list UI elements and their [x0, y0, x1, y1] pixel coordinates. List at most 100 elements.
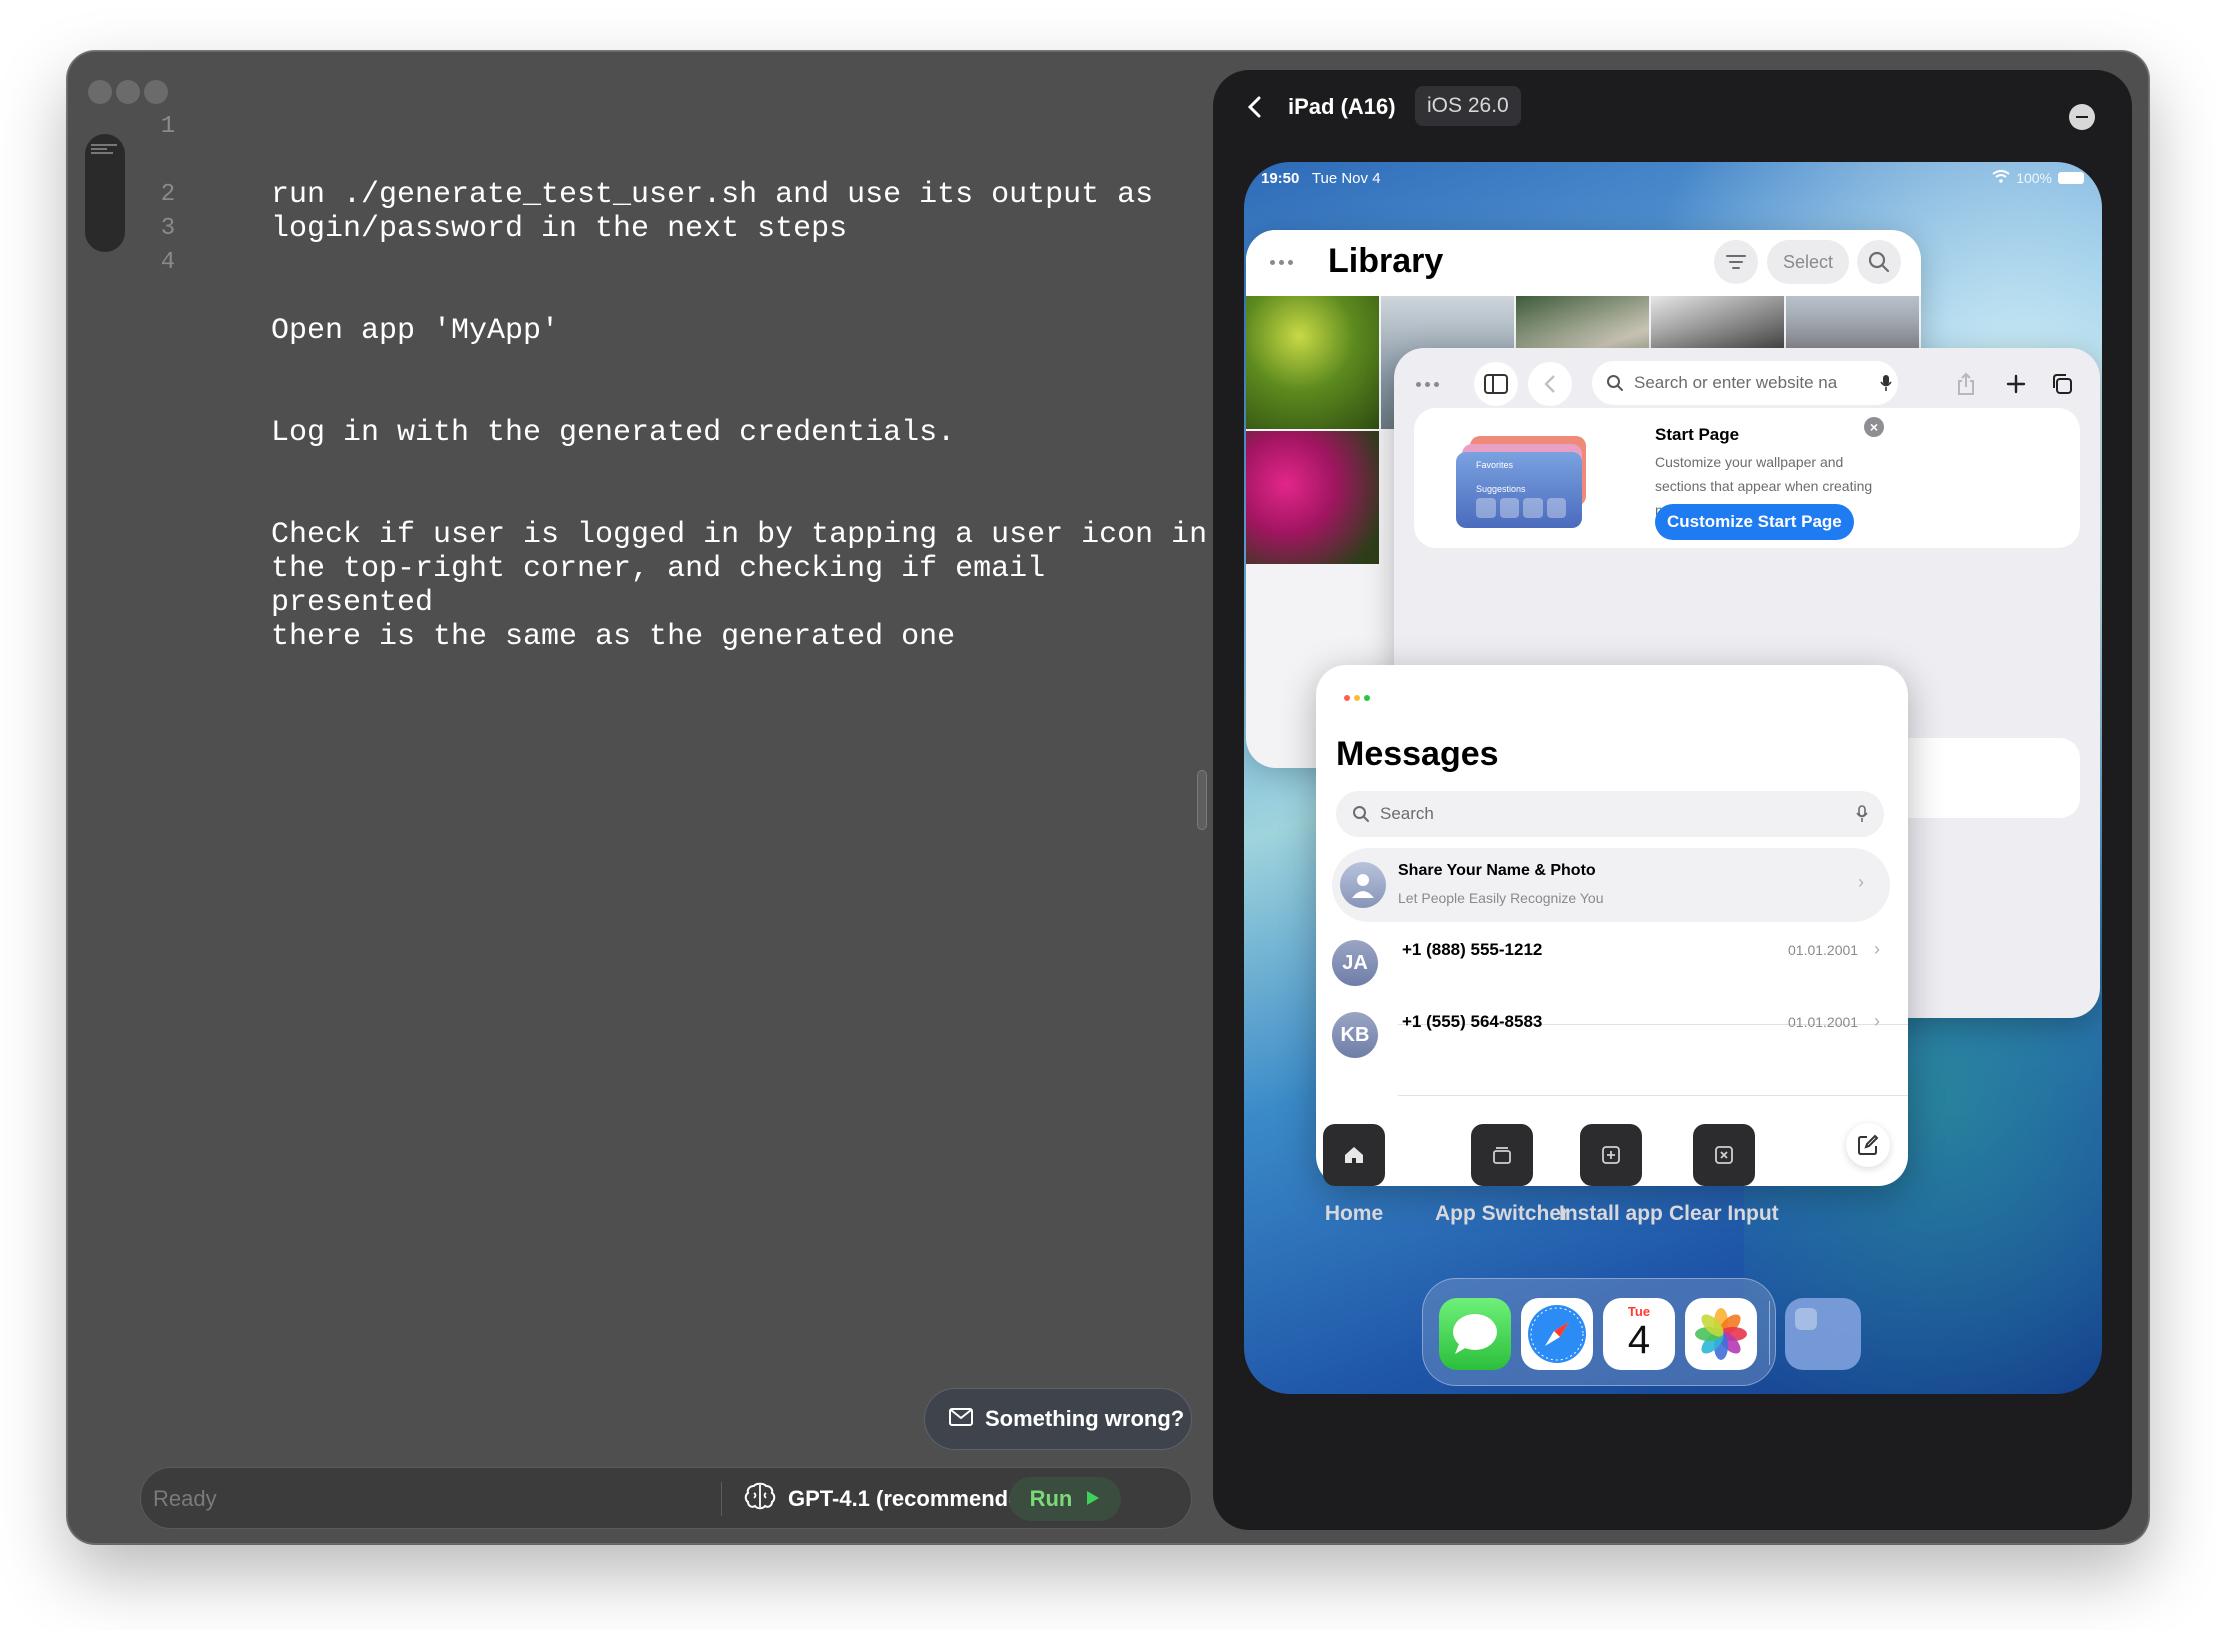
something-wrong-button[interactable]: Something wrong?: [924, 1388, 1192, 1450]
share-name-photo-row[interactable]: Share Your Name & Photo Let People Easil…: [1332, 848, 1890, 922]
line-number-gutter: 1 2 3 4: [148, 110, 188, 280]
tabs-overview-icon[interactable]: [2040, 362, 2084, 406]
line-number: 4: [160, 249, 176, 276]
chevron-right-icon: ›: [1874, 1011, 1880, 1031]
search-placeholder: Search: [1380, 804, 1434, 823]
status-time: 19:50: [1261, 170, 1300, 187]
chevron-right-icon: ›: [1874, 939, 1880, 959]
something-wrong-label: Something wrong?: [985, 1406, 1185, 1431]
search-icon[interactable]: [1857, 240, 1901, 284]
person-placeholder-icon: [1340, 862, 1386, 908]
run-label: Run: [1029, 1486, 1073, 1511]
home-label: Home: [1324, 1202, 1384, 1225]
editor-line[interactable]: Log in with the generated credentials.: [271, 416, 1211, 450]
play-icon: [1086, 1486, 1100, 1512]
status-date: Tue Nov 4: [1311, 170, 1381, 187]
app-library-icon[interactable]: [1785, 1298, 1861, 1370]
brain-icon: [744, 1482, 776, 1516]
editor-line[interactable]: run ./generate_test_user.sh and use its …: [271, 178, 1211, 246]
app-switcher-icon: [1471, 1124, 1534, 1186]
install-app-label: Install app: [1559, 1202, 1663, 1225]
clear-input-button[interactable]: Clear Input: [1669, 1124, 1779, 1226]
photo-thumbnail[interactable]: [1246, 431, 1379, 564]
clear-input-label: Clear Input: [1669, 1202, 1779, 1225]
status-bar-time: 19:50 Tue Nov 4: [1261, 170, 1381, 187]
calendar-day: Tue: [1627, 1304, 1651, 1319]
envelope-icon: [949, 1406, 973, 1432]
safari-app-icon[interactable]: [1521, 1298, 1593, 1370]
messages-window[interactable]: Messages Search Share Your Name & Photo …: [1316, 665, 1908, 1186]
run-button[interactable]: Run: [1009, 1477, 1121, 1521]
device-name: iPad (A16): [1288, 94, 1396, 119]
app-window: 1 2 3 4 run ./generate_test_user.sh and …: [67, 51, 2149, 1544]
command-bar: Ready GPT-4.1 (recommended) Run: [140, 1467, 1192, 1529]
model-label: GPT-4.1 (recommended): [788, 1486, 1042, 1511]
new-tab-icon[interactable]: [1994, 362, 2038, 406]
status-bar-right: 100%: [1992, 170, 2084, 186]
conversation-name: +1 (555) 564-8583: [1402, 1012, 1543, 1031]
library-title: Library: [1328, 242, 1444, 280]
battery-percent: 100%: [2016, 170, 2052, 186]
avatar: KB: [1332, 1012, 1378, 1058]
wifi-icon: [1992, 170, 2010, 186]
app-switcher-button[interactable]: App Switcher: [1435, 1124, 1569, 1226]
sidebar-icon[interactable]: [1474, 362, 1518, 406]
suggestions-thumb-label: Suggestions: [1476, 484, 1526, 494]
customize-start-page-button[interactable]: Customize Start Page: [1655, 504, 1854, 540]
microphone-icon[interactable]: [1856, 805, 1868, 823]
pane-splitter-handle[interactable]: [1197, 770, 1207, 830]
url-placeholder: Search or enter website na: [1634, 373, 1838, 392]
clear-input-icon: [1692, 1124, 1755, 1186]
close-icon[interactable]: ×: [1864, 417, 1884, 437]
select-button[interactable]: Select: [1767, 240, 1849, 284]
battery-icon: [2058, 172, 2084, 184]
start-page-title: Start Page: [1655, 425, 1740, 444]
editor-line[interactable]: Check if user is logged in by tapping a …: [271, 518, 1211, 654]
microphone-icon[interactable]: [1880, 374, 1892, 392]
conversation-name: +1 (888) 555-1212: [1402, 940, 1543, 959]
divider: [1398, 1095, 1908, 1096]
photos-app-icon[interactable]: [1685, 1298, 1757, 1370]
close-window-button[interactable]: [88, 80, 112, 104]
zoom-window-button[interactable]: [144, 80, 168, 104]
simulator-panel: iPad (A16) iOS 26.0 19:50 Tue Nov 4 100%: [1213, 70, 2132, 1530]
editor-line[interactable]: Open app 'MyApp': [271, 314, 1211, 348]
status-text: Ready: [153, 1486, 217, 1511]
search-icon: [1353, 806, 1369, 822]
photo-thumbnail[interactable]: [1246, 296, 1379, 429]
select-label: Select: [1782, 251, 1834, 272]
share-subtitle: Let People Easily Recognize You: [1398, 890, 1604, 906]
filter-icon[interactable]: [1714, 240, 1758, 284]
os-version-badge: iOS 26.0: [1415, 86, 1521, 126]
dock: Tue 4: [1422, 1278, 1861, 1386]
minimize-window-button[interactable]: [116, 80, 140, 104]
divider: [721, 1482, 722, 1516]
window-menu-dots-icon[interactable]: [1416, 382, 1439, 387]
app-switcher-label: App Switcher: [1435, 1202, 1570, 1225]
calendar-app-icon[interactable]: Tue 4: [1603, 1298, 1675, 1370]
avatar: JA: [1332, 940, 1378, 986]
messages-app-icon[interactable]: [1439, 1298, 1511, 1370]
install-icon: [1579, 1124, 1642, 1186]
prompt-editor[interactable]: run ./generate_test_user.sh and use its …: [271, 110, 1211, 722]
share-title: Share Your Name & Photo: [1398, 862, 1596, 879]
editor-minimap[interactable]: [85, 134, 125, 252]
window-menu-dots-icon[interactable]: [1344, 695, 1370, 701]
collapse-simulator-button[interactable]: [2069, 104, 2095, 130]
chevron-right-icon: ›: [1858, 872, 1864, 892]
home-icon: [1323, 1124, 1385, 1186]
calendar-date: 4: [1627, 1318, 1651, 1362]
magnifier-icon: [1607, 375, 1623, 391]
dock-divider: [1769, 1301, 1770, 1365]
url-search-field[interactable]: Search or enter website na: [1592, 361, 1898, 405]
line-number: 2: [160, 181, 176, 208]
home-button[interactable]: Home: [1323, 1124, 1385, 1226]
messages-search-field[interactable]: Search: [1336, 791, 1884, 837]
install-app-button[interactable]: Install app: [1559, 1124, 1663, 1226]
photos-header: Library Select: [1246, 230, 1921, 296]
compose-icon[interactable]: [1846, 1123, 1890, 1167]
share-icon[interactable]: [1944, 362, 1988, 406]
back-icon[interactable]: [1241, 92, 1269, 122]
back-arrow-icon[interactable]: [1528, 362, 1572, 406]
window-menu-dots-icon[interactable]: [1270, 260, 1293, 265]
